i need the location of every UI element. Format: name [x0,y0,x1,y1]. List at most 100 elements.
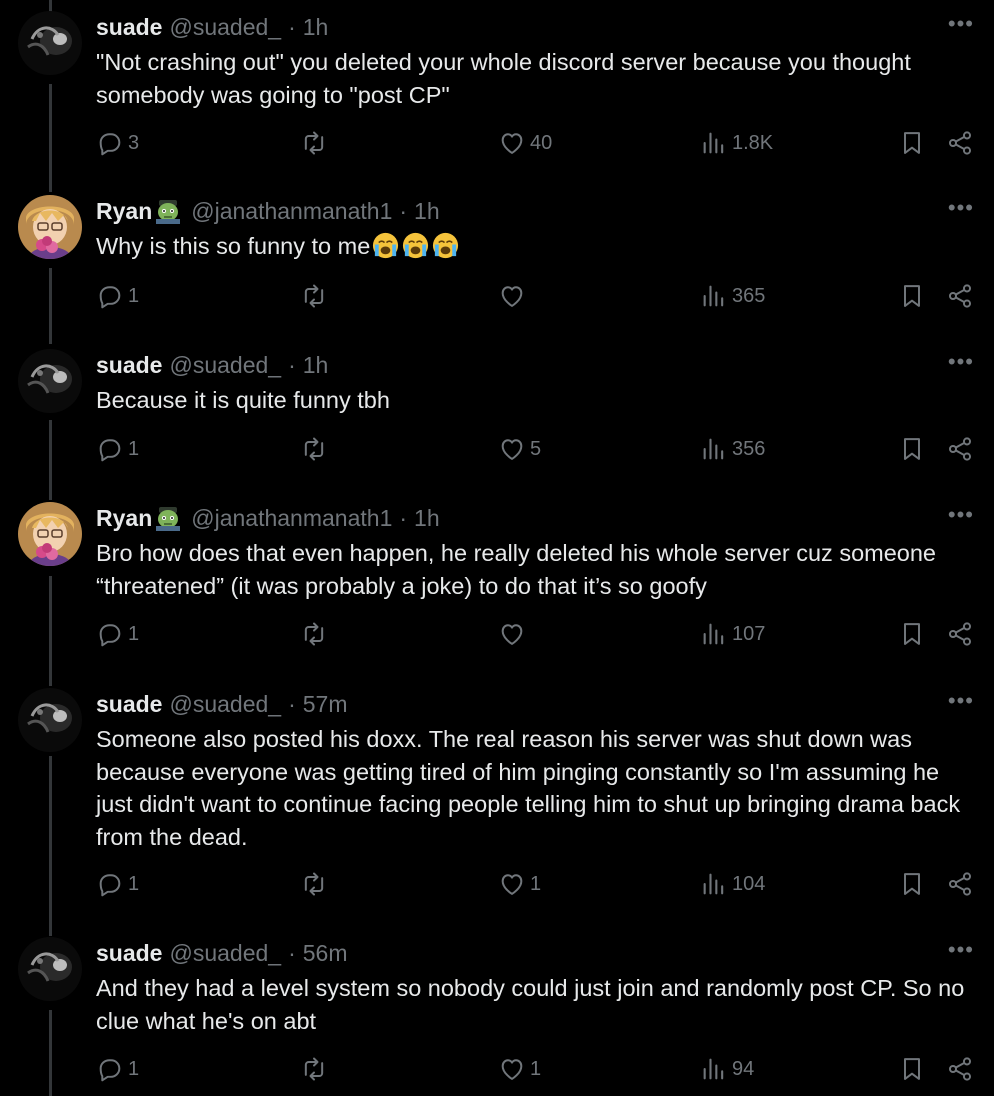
more-icon[interactable]: ••• [948,939,974,961]
views-icon [703,623,724,645]
share-icon [948,1057,972,1081]
views-count: 107 [732,622,766,645]
bookmark-icon [904,285,920,307]
timestamp[interactable]: 1h [414,195,440,227]
repost-button[interactable] [300,870,332,898]
timestamp[interactable]: 56m [303,937,348,969]
more-icon[interactable]: ••• [948,13,974,35]
action-bar: 1 5 356 [0,435,994,469]
post-header: suade @suaded_ · 57m [96,688,348,720]
share-button[interactable] [946,129,974,157]
action-bar: 3 40 1.8K [0,129,994,163]
user-handle[interactable]: @suaded_ [169,688,281,720]
avatar[interactable] [18,502,82,566]
reply-count: 1 [128,284,140,307]
repost-button[interactable] [300,129,332,157]
user-handle[interactable]: @suaded_ [169,349,281,381]
views-button[interactable]: 104 [700,870,765,898]
avatar[interactable] [18,195,82,259]
post-header: suade @suaded_ · 56m [96,937,348,969]
reply-count: 3 [128,131,140,154]
bookmark-icon [904,623,920,645]
more-icon[interactable]: ••• [948,690,974,712]
bookmark-button[interactable] [898,1055,926,1083]
views-icon [703,873,724,895]
reply-button[interactable]: 1 [96,282,139,310]
avatar-image [18,502,82,566]
share-button[interactable] [946,1055,974,1083]
views-button[interactable]: 356 [700,435,765,463]
share-icon [948,622,972,646]
user-handle[interactable]: @suaded_ [169,937,281,969]
like-button[interactable] [498,282,530,310]
avatar[interactable] [18,11,82,75]
like-icon [501,286,523,307]
timestamp[interactable]: 1h [414,502,440,534]
repost-icon [304,1057,324,1081]
avatar[interactable] [18,688,82,752]
like-button[interactable]: 1 [498,1055,541,1083]
views-icon [703,1058,724,1080]
bookmark-button[interactable] [898,870,926,898]
post-text: Bro how does that even happen, he really… [96,540,936,599]
post-text: Because it is quite funny tbh [96,387,390,413]
display-name[interactable]: suade [96,11,162,43]
separator: · [288,691,296,717]
display-name[interactable]: suade [96,688,162,720]
avatar-image [18,688,82,752]
repost-button[interactable] [300,1055,332,1083]
action-bar: 1 365 [0,282,994,316]
more-icon[interactable]: ••• [948,504,974,526]
avatar[interactable] [18,937,82,1001]
share-button[interactable] [946,620,974,648]
share-button[interactable] [946,870,974,898]
timestamp[interactable]: 1h [303,349,329,381]
bookmark-button[interactable] [898,282,926,310]
reply-button[interactable]: 3 [96,129,139,157]
share-button[interactable] [946,435,974,463]
views-button[interactable]: 107 [700,620,765,648]
views-button[interactable]: 94 [700,1055,754,1083]
separator: · [399,198,408,224]
bookmark-button[interactable] [898,129,926,157]
more-icon[interactable]: ••• [948,351,974,373]
like-count: 1 [530,872,542,895]
like-count: 5 [530,437,542,460]
user-handle[interactable]: @janathanmanath1 [191,502,392,534]
user-handle[interactable]: @janathanmanath1 [191,195,392,227]
action-bar: 1 1 94 [0,1055,994,1089]
timestamp[interactable]: 57m [303,688,348,720]
display-name[interactable]: suade [96,349,162,381]
repost-button[interactable] [300,435,332,463]
display-name[interactable]: suade [96,937,162,969]
like-button[interactable] [498,620,530,648]
reply-button[interactable]: 1 [96,1055,139,1083]
views-button[interactable]: 1.8K [700,129,773,157]
like-icon [501,874,523,895]
user-handle[interactable]: @suaded_ [169,11,281,43]
reply-button[interactable]: 1 [96,870,139,898]
bookmark-button[interactable] [898,435,926,463]
display-name[interactable]: Ryan [96,195,152,227]
repost-button[interactable] [300,620,332,648]
avatar[interactable] [18,349,82,413]
repost-button[interactable] [300,282,332,310]
reply-count: 1 [128,437,140,460]
like-button[interactable]: 1 [498,870,541,898]
like-button[interactable]: 5 [498,435,541,463]
bookmark-icon [904,873,920,895]
reply-button[interactable]: 1 [96,435,139,463]
post-text-block: Why is this so funny to me [96,230,968,263]
repost-icon [304,622,324,646]
reply-button[interactable]: 1 [96,620,139,648]
timestamp[interactable]: 1h [303,11,329,43]
display-name[interactable]: Ryan [96,502,152,534]
more-icon[interactable]: ••• [948,197,974,219]
like-count: 40 [530,131,553,154]
separator: · [288,352,296,378]
like-button[interactable]: 40 [498,129,552,157]
views-button[interactable]: 365 [700,282,765,310]
share-button[interactable] [946,282,974,310]
bookmark-button[interactable] [898,620,926,648]
action-bar: 1 1 104 [0,870,994,904]
